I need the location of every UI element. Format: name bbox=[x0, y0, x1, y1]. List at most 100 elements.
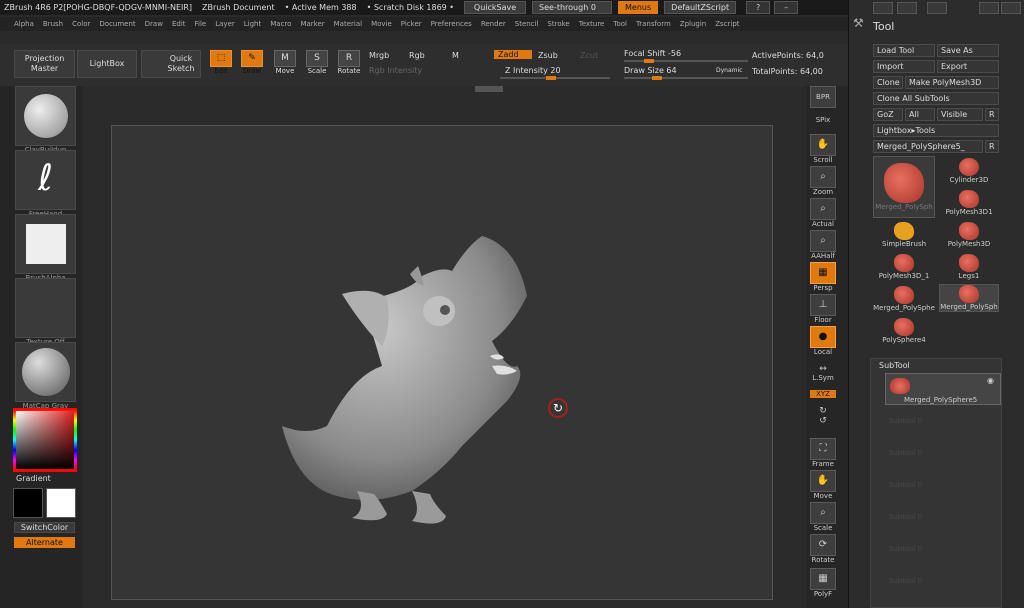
tool-tile-polysphere4[interactable]: PolySphere4 bbox=[873, 318, 935, 344]
tool-tile-cylinder[interactable]: Cylinder3D bbox=[939, 158, 999, 184]
see-through-slider[interactable]: See-through 0 bbox=[532, 1, 613, 14]
texture-thumbnail[interactable]: Texture Off bbox=[15, 278, 76, 346]
menu-macro[interactable]: Macro bbox=[270, 20, 291, 28]
polyf-button[interactable]: ▦ PolyF bbox=[808, 568, 838, 598]
scroll-handle[interactable] bbox=[475, 86, 503, 92]
lock-icon[interactable] bbox=[927, 2, 947, 14]
color-picker[interactable] bbox=[13, 408, 77, 472]
layout-icon[interactable] bbox=[897, 2, 917, 14]
goz-r-button[interactable]: R bbox=[985, 108, 999, 121]
quicksave-button[interactable]: QuickSave bbox=[464, 1, 527, 14]
tool-tile-simplebrush[interactable]: SimpleBrush bbox=[873, 222, 935, 248]
focal-shift-track[interactable] bbox=[624, 59, 748, 63]
close-palette-icon[interactable] bbox=[1001, 2, 1021, 14]
xyz-button[interactable]: XYZ bbox=[808, 390, 838, 398]
menu-preferences[interactable]: Preferences bbox=[431, 20, 472, 28]
menu-material[interactable]: Material bbox=[334, 20, 362, 28]
draw-button[interactable]: ✎ Draw bbox=[239, 50, 265, 78]
persp-button[interactable]: ▦ Persp bbox=[808, 262, 838, 292]
rotate-button[interactable]: R Rotate bbox=[336, 50, 362, 78]
menu-zplugin[interactable]: Zplugin bbox=[680, 20, 706, 28]
clone-button[interactable]: Clone bbox=[873, 76, 903, 89]
rgb-button[interactable]: Rgb bbox=[409, 51, 425, 60]
minimize-icon[interactable]: – bbox=[774, 1, 799, 14]
menu-light[interactable]: Light bbox=[244, 20, 261, 28]
spix-slider[interactable]: SPix bbox=[808, 116, 838, 124]
edit-button[interactable]: ⬚ Edit bbox=[208, 50, 234, 78]
rgb-intensity-slider[interactable]: Rgb Intensity bbox=[369, 66, 422, 75]
load-tool-button[interactable]: Load Tool bbox=[873, 44, 935, 57]
subtool-slot[interactable]: Subtool 0 bbox=[889, 417, 922, 425]
primary-color-swatch[interactable] bbox=[13, 488, 43, 518]
dynamic-button[interactable]: Dynamic bbox=[716, 67, 742, 74]
subtool-slot[interactable]: Subtool 0 bbox=[889, 545, 922, 553]
export-button[interactable]: Export bbox=[937, 60, 999, 73]
alternate-button[interactable]: Alternate bbox=[14, 537, 75, 548]
move-view-button[interactable]: ✋ Move bbox=[808, 470, 838, 500]
lightbox-button[interactable]: LightBox bbox=[77, 50, 137, 78]
lsym-button[interactable]: ↔ L.Sym bbox=[808, 364, 838, 382]
m-button[interactable]: M bbox=[452, 51, 459, 60]
menu-movie[interactable]: Movie bbox=[371, 20, 392, 28]
subtool-title[interactable]: SubTool bbox=[879, 361, 910, 370]
zcut-button[interactable]: Zcut bbox=[580, 51, 598, 60]
subtool-slot[interactable]: Subtool 0 bbox=[889, 513, 922, 521]
menu-color[interactable]: Color bbox=[72, 20, 90, 28]
menu-transform[interactable]: Transform bbox=[636, 20, 671, 28]
save-as-button[interactable]: Save As bbox=[937, 44, 999, 57]
default-zscript-button[interactable]: DefaultZScript bbox=[664, 1, 737, 14]
menu-stroke[interactable]: Stroke bbox=[547, 20, 569, 28]
all-button[interactable]: All bbox=[905, 108, 935, 121]
tool-tile-merged-3[interactable]: Merged_PolySph bbox=[939, 284, 999, 312]
tray-icon[interactable] bbox=[873, 2, 893, 14]
menu-stencil[interactable]: Stencil bbox=[515, 20, 539, 28]
scroll-button[interactable]: ✋ Scroll bbox=[808, 134, 838, 164]
menu-texture[interactable]: Texture bbox=[579, 20, 605, 28]
make-polymesh-button[interactable]: Make PolyMesh3D bbox=[905, 76, 999, 89]
secondary-color-swatch[interactable] bbox=[46, 488, 76, 518]
brush-thumbnail[interactable]: ClayBuildup bbox=[15, 86, 76, 154]
subtool-slot[interactable]: Subtool 0 bbox=[889, 481, 922, 489]
menu-layer[interactable]: Layer bbox=[215, 20, 235, 28]
tool-tile-polymesh3d1[interactable]: PolyMesh3D1 bbox=[939, 190, 999, 216]
draw-size-slider[interactable]: Draw Size 64 bbox=[624, 66, 677, 75]
menu-picker[interactable]: Picker bbox=[401, 20, 422, 28]
subtool-slot[interactable]: Subtool 0 bbox=[889, 449, 922, 457]
help-icon[interactable]: ? bbox=[746, 1, 771, 14]
current-tool-r-button[interactable]: R bbox=[985, 140, 999, 153]
tool-tile-polymesh3d[interactable]: PolyMesh3D bbox=[939, 222, 999, 248]
current-tool-selector[interactable]: Merged_PolySphere5_ bbox=[873, 140, 983, 153]
menu-edit[interactable]: Edit bbox=[172, 20, 186, 28]
frame-button[interactable]: ⛶ Frame bbox=[808, 438, 838, 468]
scale-view-button[interactable]: ⌕ Scale bbox=[808, 502, 838, 532]
tool-tile-polymesh3d-1[interactable]: PolyMesh3D_1 bbox=[873, 254, 935, 280]
aahalf-button[interactable]: ⌕ AAHalf bbox=[808, 230, 838, 260]
minimize-palette-icon[interactable] bbox=[979, 2, 999, 14]
scale-button[interactable]: S Scale bbox=[304, 50, 330, 78]
menu-alpha[interactable]: Alpha bbox=[14, 20, 34, 28]
rotate-view-button[interactable]: ⟳ Rotate bbox=[808, 534, 838, 564]
document-canvas[interactable]: ↻ bbox=[111, 125, 773, 600]
eye-icon[interactable]: ◉ bbox=[987, 376, 994, 385]
projection-master-button[interactable]: Projection Master bbox=[14, 50, 75, 78]
menus-button[interactable]: Menus bbox=[618, 1, 659, 14]
subtool-slot[interactable]: Subtool 0 bbox=[889, 577, 922, 585]
switchcolor-button[interactable]: SwitchColor bbox=[14, 522, 75, 533]
import-button[interactable]: Import bbox=[873, 60, 935, 73]
subtool-item-active[interactable]: ◉ Merged_PolySphere5 bbox=[885, 373, 1001, 405]
tool-tile-legs1[interactable]: Legs1 bbox=[939, 254, 999, 280]
material-thumbnail[interactable]: MatCap Gray bbox=[15, 342, 76, 410]
mrgb-button[interactable]: Mrgb bbox=[369, 51, 389, 60]
menu-render[interactable]: Render bbox=[481, 20, 506, 28]
tool-tile-merged[interactable]: Merged_PolySph bbox=[873, 156, 935, 218]
floor-button[interactable]: ⊥ Floor bbox=[808, 294, 838, 324]
menu-draw[interactable]: Draw bbox=[145, 20, 163, 28]
zoom-button[interactable]: ⌕ Zoom bbox=[808, 166, 838, 196]
menu-marker[interactable]: Marker bbox=[300, 20, 324, 28]
visible-button[interactable]: Visible bbox=[937, 108, 983, 121]
lightbox-tools-button[interactable]: Lightbox▸Tools bbox=[873, 124, 999, 137]
bpr-button[interactable]: BPR bbox=[808, 86, 838, 108]
draw-size-track[interactable] bbox=[624, 76, 748, 80]
rotate-axis-icon[interactable]: ↻ ↺ bbox=[808, 406, 838, 426]
z-intensity-track[interactable] bbox=[500, 76, 610, 80]
